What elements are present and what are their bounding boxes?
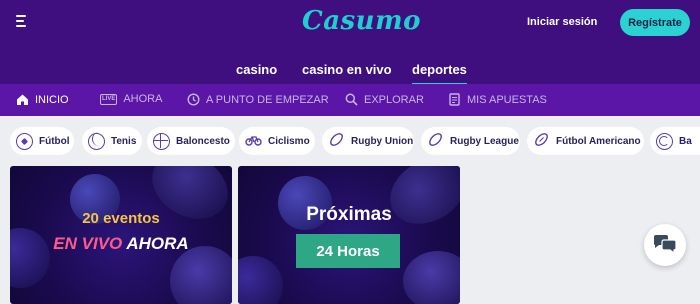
subnav-label: MIS APUESTAS: [467, 93, 547, 106]
subnav-item-ahora[interactable]: LIVE AHORA: [100, 93, 162, 105]
hamburger-menu-icon[interactable]: [16, 14, 30, 28]
clock-icon: [187, 93, 200, 106]
tennis-ball-icon: [88, 131, 105, 150]
sport-chip-futbol-americano[interactable]: Fútbol Americano: [527, 127, 644, 155]
subnav-label: INICIO: [35, 93, 69, 106]
sport-chip-label: Rugby Union: [351, 135, 414, 147]
soccer-ball-icon: [16, 132, 33, 150]
live-events-card[interactable]: 20 eventos EN VIVO AHORA: [10, 166, 232, 304]
decor-ball-icon: [170, 246, 232, 304]
decor-ball-icon: [378, 166, 460, 237]
sport-chip-label: Tenis: [111, 135, 137, 147]
tab-deportes[interactable]: deportes: [412, 62, 467, 85]
live-now-heading: EN VIVO AHORA: [10, 234, 232, 254]
sport-chip-rugby-league[interactable]: Rugby League: [421, 127, 520, 155]
subnav-item-explorar[interactable]: EXPLORAR: [345, 93, 424, 106]
sport-chip-label: Rugby League: [450, 135, 519, 147]
sport-chip-label: Fútbol Americano: [556, 135, 641, 147]
rugby-ball-icon: [328, 131, 345, 151]
subnav-item-mis-apuestas[interactable]: MIS APUESTAS: [448, 93, 547, 106]
sports-filter-bar: Fútbol Tenis Baloncesto Ciclismo Rugby U…: [0, 116, 700, 166]
live-events-count: 20 eventos: [82, 210, 160, 227]
rugby-ball-icon: [427, 131, 444, 151]
sports-subnav: INICIO LIVE AHORA A PUNTO DE EMPEZAR EXP…: [0, 84, 700, 116]
home-icon: [16, 93, 29, 106]
betslip-icon: [448, 93, 461, 106]
chat-bubble-icon: [652, 234, 678, 261]
sport-chip-label: Ciclismo: [268, 135, 310, 147]
sport-chip-partial[interactable]: Ba: [650, 127, 700, 155]
subnav-item-inicio[interactable]: INICIO: [16, 93, 69, 106]
sport-chip-baloncesto[interactable]: Baloncesto: [147, 127, 235, 155]
tab-casino-en-vivo[interactable]: casino en vivo: [302, 62, 392, 77]
upcoming-events-card[interactable]: Próximas 24 Horas: [238, 166, 460, 304]
american-football-icon: [533, 131, 550, 151]
main-tabs: casino casino en vivo deportes: [0, 58, 700, 85]
sport-chip-tenis[interactable]: Tenis: [82, 127, 142, 155]
subnav-label: EXPLORAR: [364, 93, 424, 106]
decor-ball-icon: [238, 256, 283, 304]
sport-chip-ciclismo[interactable]: Ciclismo: [239, 127, 315, 155]
subnav-label: AHORA: [123, 93, 163, 105]
tab-casino[interactable]: casino: [236, 62, 277, 77]
sport-chip-label: Baloncesto: [176, 135, 230, 147]
bicycle-icon: [245, 131, 262, 151]
live-icon: LIVE: [100, 93, 118, 105]
register-button[interactable]: Regístrate: [620, 9, 690, 36]
upcoming-heading: Próximas: [306, 204, 392, 225]
subnav-item-a-punto-de-empezar[interactable]: A PUNTO DE EMPEZAR: [187, 93, 329, 106]
sport-chip-label: Fútbol: [39, 135, 70, 147]
now-label: AHORA: [126, 234, 189, 253]
sport-chip-label: Ba: [679, 135, 692, 147]
upcoming-hours-badge: 24 Horas: [296, 234, 400, 268]
live-label: EN VIVO: [53, 234, 123, 253]
subnav-label: A PUNTO DE EMPEZAR: [206, 93, 329, 106]
login-link[interactable]: Iniciar sesión: [527, 16, 597, 28]
decor-ball-icon: [403, 251, 460, 304]
basketball-icon: [153, 132, 170, 150]
sport-chip-rugby-union[interactable]: Rugby Union: [322, 127, 414, 155]
volleyball-icon: [656, 132, 673, 150]
casumo-logo[interactable]: Casumo: [302, 6, 421, 36]
search-icon: [345, 93, 358, 106]
chat-button[interactable]: [644, 224, 686, 266]
sport-chip-futbol[interactable]: Fútbol: [10, 127, 74, 155]
top-header: Casumo Iniciar sesión Regístrate casino …: [0, 0, 700, 85]
